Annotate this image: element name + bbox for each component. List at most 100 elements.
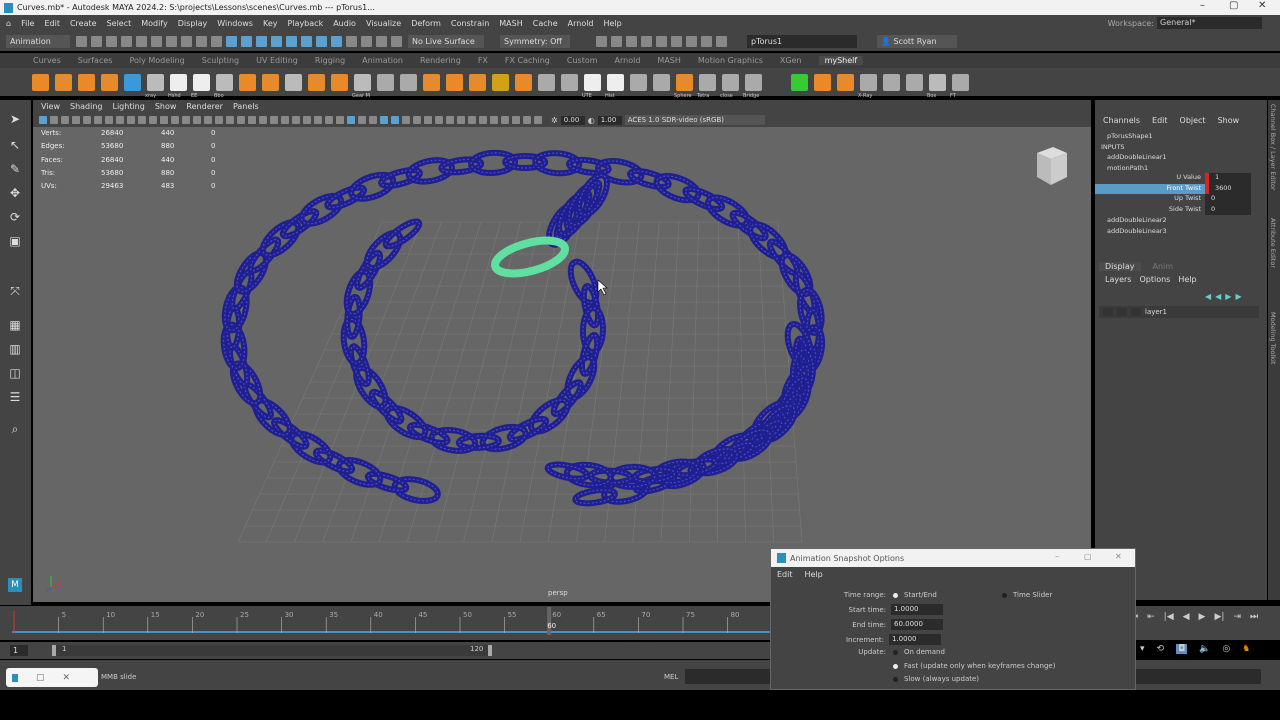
attribute-value[interactable]: 3600 bbox=[1205, 183, 1251, 194]
panel-tool-icon[interactable] bbox=[446, 116, 454, 124]
attribute-name[interactable]: Up Twist bbox=[1095, 194, 1205, 205]
maya-m-icon[interactable]: M bbox=[8, 578, 22, 592]
render-tool-icon[interactable] bbox=[611, 36, 622, 47]
layer-row[interactable]: layer1 bbox=[1099, 306, 1259, 318]
menu-audio[interactable]: Audio bbox=[333, 19, 356, 28]
shelf-tool-icon[interactable]: Gear M bbox=[352, 73, 371, 99]
shelf-tool-icon[interactable] bbox=[515, 73, 532, 91]
menu-mash[interactable]: MASH bbox=[499, 19, 522, 28]
panel-tool-icon[interactable] bbox=[39, 116, 47, 124]
chain-link[interactable] bbox=[573, 171, 612, 219]
panel-tool-icon[interactable] bbox=[204, 116, 212, 124]
torus-link-selected[interactable] bbox=[491, 234, 569, 280]
gamma-field[interactable]: 1.00 bbox=[597, 115, 622, 125]
panel-tool-icon[interactable] bbox=[336, 116, 344, 124]
user-account-menu[interactable]: 👤 Scott Ryan bbox=[877, 35, 957, 48]
menu-file[interactable]: File bbox=[21, 19, 34, 28]
channel-menu-channels[interactable]: Channels bbox=[1103, 116, 1140, 125]
shelf-tool-icon[interactable] bbox=[791, 73, 808, 91]
menu-display[interactable]: Display bbox=[178, 19, 208, 28]
attribute-name[interactable]: Front Twist bbox=[1095, 183, 1205, 194]
panel-tool-icon[interactable] bbox=[182, 116, 190, 124]
menu-create[interactable]: Create bbox=[70, 19, 97, 28]
start-end-radio[interactable] bbox=[893, 592, 898, 598]
shelf-tool-icon[interactable] bbox=[124, 73, 141, 91]
status-tool-icon[interactable] bbox=[376, 36, 387, 47]
shelf-tool-icon[interactable] bbox=[308, 73, 325, 91]
panel-tool-icon[interactable] bbox=[94, 116, 102, 124]
panel-tool-icon[interactable] bbox=[369, 116, 377, 124]
panel-menu-lighting[interactable]: Lighting bbox=[112, 102, 144, 111]
panel-tool-icon[interactable] bbox=[105, 116, 113, 124]
shelf-tool-icon[interactable] bbox=[814, 73, 831, 91]
mel-input[interactable] bbox=[685, 669, 770, 684]
outliner-layout-icon[interactable]: ☰ bbox=[8, 390, 22, 404]
fast-update-radio[interactable] bbox=[893, 663, 898, 669]
panel-tool-icon[interactable] bbox=[457, 116, 465, 124]
time-slider-radio[interactable] bbox=[1002, 592, 1007, 598]
panel-tool-icon[interactable] bbox=[83, 116, 91, 124]
range-start-field[interactable]: 1 bbox=[10, 645, 28, 656]
shelf-tab-custom[interactable]: Custom bbox=[567, 56, 598, 65]
shelf-tool-icon[interactable]: Sphere bbox=[674, 73, 693, 99]
status-tool-icon[interactable] bbox=[241, 36, 252, 47]
mode-menu[interactable]: Animation bbox=[6, 35, 70, 48]
start-time-field[interactable]: 1.0000 bbox=[891, 604, 943, 615]
shelf-tool-icon[interactable] bbox=[101, 73, 118, 91]
slow-update-radio[interactable] bbox=[893, 676, 898, 682]
side-tab[interactable]: Modeling Toolkit bbox=[1269, 312, 1277, 364]
panel-tool-icon[interactable] bbox=[292, 116, 300, 124]
status-tool-icon[interactable] bbox=[316, 36, 327, 47]
playback-button-icon[interactable]: ▶| bbox=[1214, 612, 1224, 622]
shelf-tab-fx[interactable]: FX bbox=[478, 56, 488, 65]
panel-tool-icon[interactable] bbox=[402, 116, 410, 124]
dialog-menu-help[interactable]: Help bbox=[805, 570, 823, 579]
minimize-button[interactable]: – bbox=[1200, 0, 1205, 11]
panel-tool-icon[interactable] bbox=[72, 116, 80, 124]
last-tool-icon[interactable]: ⤧ bbox=[8, 284, 22, 298]
status-tool-icon[interactable] bbox=[166, 36, 177, 47]
shelf-tool-icon[interactable] bbox=[768, 74, 785, 91]
shelf-tool-icon[interactable] bbox=[262, 73, 279, 91]
range-bar[interactable]: 1 120 bbox=[52, 645, 492, 656]
chain-mesh[interactable] bbox=[220, 149, 826, 507]
side-tab[interactable]: Channel Box / Layer Editor bbox=[1269, 104, 1277, 191]
channel-menu-show[interactable]: Show bbox=[1218, 116, 1240, 125]
status-tool-icon[interactable] bbox=[271, 36, 282, 47]
status-tool-icon[interactable] bbox=[106, 36, 117, 47]
chain-link[interactable] bbox=[257, 217, 303, 261]
panel-tool-icon[interactable] bbox=[435, 116, 443, 124]
layer-tab-anim[interactable]: Anim bbox=[1153, 262, 1174, 271]
panel-tool-icon[interactable] bbox=[50, 116, 58, 124]
visibility-toggle[interactable] bbox=[1103, 308, 1113, 316]
status-tool-icon[interactable] bbox=[91, 36, 102, 47]
playback-button-icon[interactable]: ⇤ bbox=[1147, 612, 1155, 622]
panel-tool-icon[interactable] bbox=[314, 116, 322, 124]
view-cube-icon[interactable] bbox=[1033, 145, 1069, 187]
color-space-dropdown[interactable]: ACES 1.0 SDR-video (sRGB) bbox=[624, 115, 765, 125]
panel-menu-show[interactable]: Show bbox=[155, 102, 177, 111]
dialog-menu-edit[interactable]: Edit bbox=[777, 570, 793, 579]
panel-tool-icon[interactable] bbox=[325, 116, 333, 124]
attribute-value[interactable]: 0 bbox=[1205, 204, 1251, 215]
shelf-tool-icon[interactable] bbox=[32, 73, 49, 91]
two-view-icon[interactable]: ◫ bbox=[8, 366, 22, 380]
shelf-tool-icon[interactable] bbox=[653, 73, 670, 91]
shelf-tool-icon[interactable]: X-Ray bbox=[858, 73, 877, 99]
panel-tool-icon[interactable] bbox=[61, 116, 69, 124]
input-node[interactable]: addDoubleLinear2 bbox=[1095, 215, 1255, 226]
maximize-button[interactable]: ▢ bbox=[1229, 0, 1238, 11]
panel-tool-icon[interactable] bbox=[391, 116, 399, 124]
shelf-tool-icon[interactable]: close bbox=[720, 73, 739, 99]
restore-icon[interactable]: ▢ bbox=[36, 673, 45, 683]
attribute-value[interactable]: 1 bbox=[1205, 173, 1251, 184]
single-view-icon[interactable]: ▦ bbox=[8, 318, 22, 332]
object-name-field[interactable]: pTorus1 bbox=[747, 35, 857, 48]
channel-menu-edit[interactable]: Edit bbox=[1152, 116, 1168, 125]
shelf-tab-motion-graphics[interactable]: Motion Graphics bbox=[698, 56, 763, 65]
select-tool-icon[interactable]: ➤ bbox=[8, 112, 22, 126]
shelf-tool-icon[interactable]: Tetra bbox=[697, 73, 716, 99]
shelf-tab-rigging[interactable]: Rigging bbox=[315, 56, 345, 65]
rotate-tool-icon[interactable]: ⟳ bbox=[8, 210, 22, 224]
input-node[interactable]: motionPath1 bbox=[1095, 163, 1255, 174]
